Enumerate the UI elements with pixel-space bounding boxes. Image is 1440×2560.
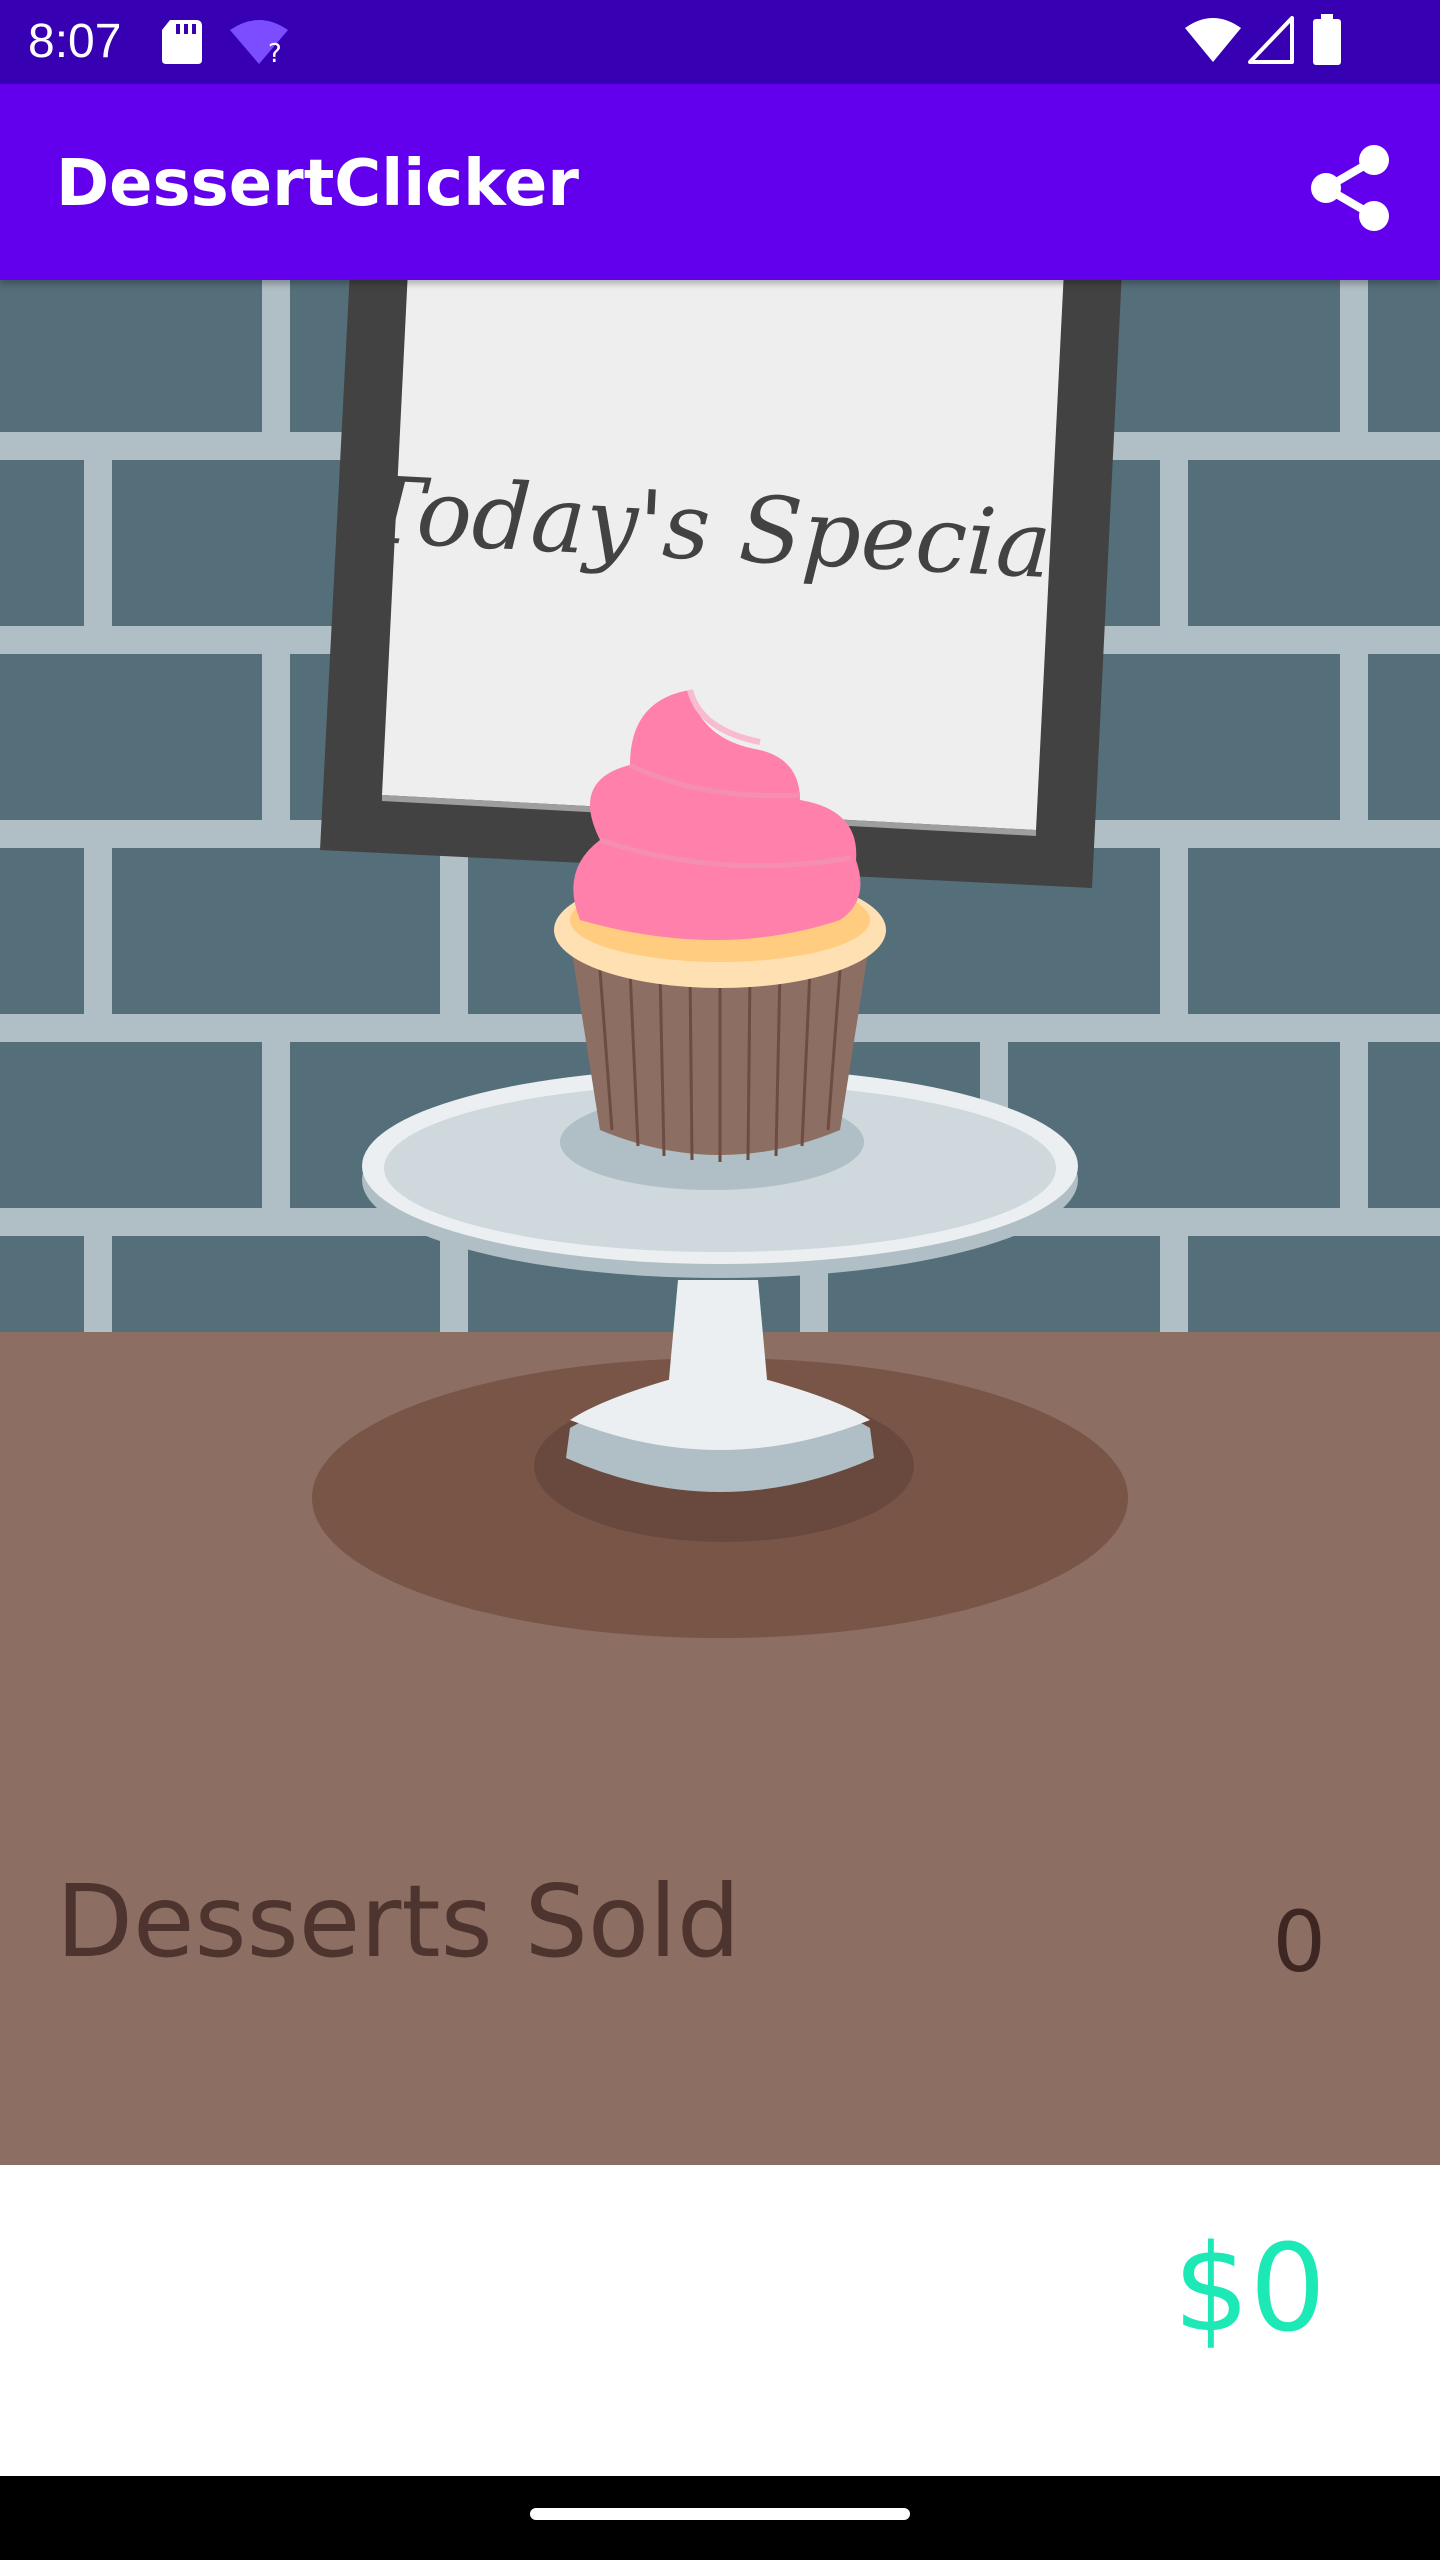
home-gesture-handle[interactable] — [530, 2508, 910, 2520]
sd-card-icon — [162, 20, 202, 64]
battery-icon — [1313, 14, 1341, 65]
app-bar: DessertClicker — [0, 84, 1440, 280]
wifi-question-icon: ? — [230, 20, 288, 66]
share-button[interactable] — [1300, 138, 1400, 238]
revenue-amount: $0 — [1173, 2220, 1326, 2359]
app-title: DessertClicker — [56, 147, 579, 221]
svg-text:?: ? — [268, 39, 282, 66]
cell-signal-icon — [1248, 16, 1294, 64]
wifi-signal-icon — [1185, 18, 1241, 62]
desserts-sold-count: 0 — [1272, 1893, 1326, 1991]
desserts-sold-label: Desserts Sold — [56, 1863, 741, 1980]
share-icon — [1311, 145, 1389, 231]
status-bar: 8:07 ? — [0, 0, 1440, 84]
navigation-bar — [0, 2476, 1440, 2560]
status-time: 8:07 — [28, 15, 122, 68]
